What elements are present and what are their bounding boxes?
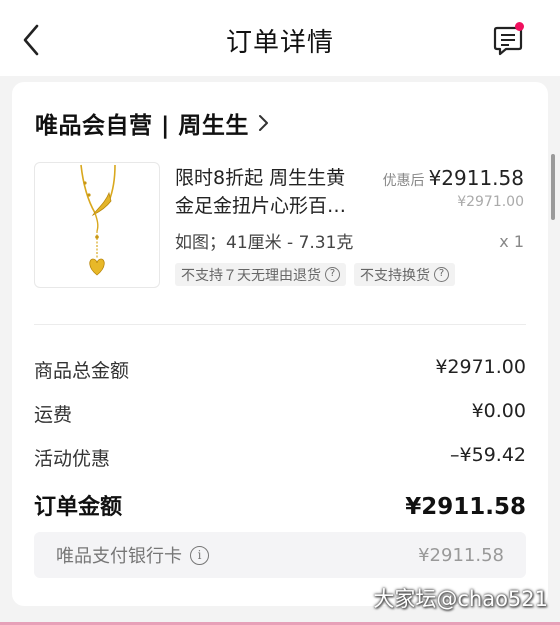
no-exchange-tag[interactable]: 不支持换货 ? bbox=[354, 263, 455, 286]
nav-bar: 订单详情 bbox=[0, 0, 560, 76]
price-box: 优惠后 ¥2911.58 ¥2971.00 bbox=[383, 166, 524, 210]
question-icon: ? bbox=[434, 267, 449, 282]
tag-label: 不支持７天无理由退货 bbox=[181, 267, 321, 284]
watermark: 大家坛@chao521 bbox=[373, 587, 548, 611]
notification-badge bbox=[515, 22, 524, 31]
info-icon[interactable]: i bbox=[190, 545, 209, 565]
message-button[interactable] bbox=[490, 22, 526, 58]
question-icon: ? bbox=[325, 267, 340, 282]
price-label: 优惠后 bbox=[382, 173, 425, 189]
page-title: 订单详情 bbox=[225, 28, 334, 58]
product-name[interactable]: 限时8折起 周生生黄 金足金扭片心形百… bbox=[175, 164, 375, 220]
order-total: 订单金额 ¥2911.58 bbox=[34, 489, 526, 521]
total-value: ¥2911.58 bbox=[405, 494, 526, 520]
summary-row-discount: 活动优惠 –¥59.42 bbox=[34, 444, 526, 471]
order-card: 唯品会自营 | 周生生 限时8折起 周生生黄 金足金扭片心形百… 优惠后 ¥29… bbox=[12, 82, 548, 606]
policy-tags: 不支持７天无理由退货 ? 不支持换货 ? bbox=[175, 263, 455, 286]
product-name-line1: 限时8折起 周生生黄 bbox=[175, 167, 346, 189]
summary-value: ¥0.00 bbox=[471, 400, 526, 422]
store-link[interactable]: 唯品会自营 | 周生生 bbox=[35, 106, 269, 140]
summary-row-shipping: 运费 ¥0.00 bbox=[34, 400, 526, 427]
summary-label: 运费 bbox=[34, 404, 73, 426]
summary-value: ¥2971.00 bbox=[435, 356, 526, 378]
total-label: 订单金额 bbox=[34, 495, 123, 520]
tag-label: 不支持换货 bbox=[360, 267, 430, 284]
product-spec: 如图；41厘米 - 7.31克 bbox=[175, 233, 354, 253]
chevron-right-icon bbox=[257, 113, 269, 133]
necklace-image bbox=[80, 164, 116, 276]
product-image[interactable] bbox=[34, 162, 160, 288]
summary-row-subtotal: 商品总金额 ¥2971.00 bbox=[34, 356, 526, 383]
summary-value: –¥59.42 bbox=[450, 444, 526, 466]
store-name: 唯品会自营 | 周生生 bbox=[35, 113, 249, 139]
original-price: ¥2971.00 bbox=[457, 194, 524, 210]
scrollbar[interactable] bbox=[551, 154, 555, 220]
summary-label: 活动优惠 bbox=[34, 448, 111, 470]
no-return-tag[interactable]: 不支持７天无理由退货 ? bbox=[175, 263, 346, 286]
product-qty: x 1 bbox=[499, 232, 524, 251]
divider bbox=[34, 324, 526, 325]
discounted-price: ¥2911.58 bbox=[428, 166, 524, 190]
product-name-line2: 金足金扭片心形百… bbox=[175, 195, 347, 217]
payment-method[interactable]: 唯品支付银行卡 i ¥2911.58 bbox=[34, 532, 526, 578]
payment-value: ¥2911.58 bbox=[418, 544, 504, 566]
payment-label: 唯品支付银行卡 bbox=[56, 546, 182, 567]
summary-label: 商品总金额 bbox=[34, 360, 130, 382]
